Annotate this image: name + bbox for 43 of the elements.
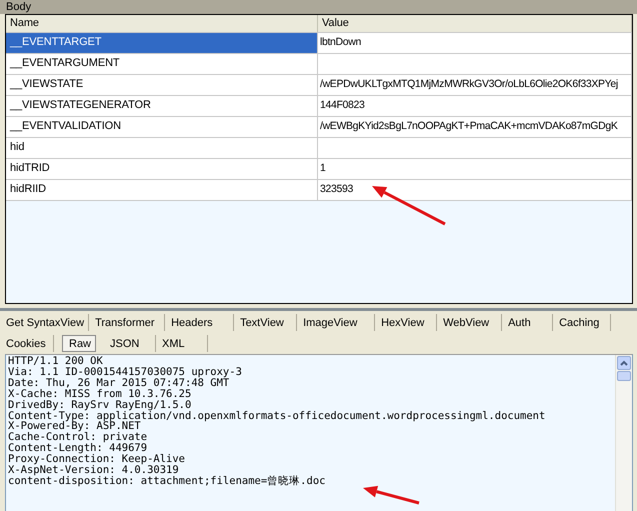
raw-text-line: Content-Type: application/vnd.openxmlformats-officedocument.wordprocessingml.document [8,410,546,422]
raw-text-line: X-Cache: MISS from 10.3.76.25 [8,388,192,400]
value-cell: lbtnDown [318,33,632,53]
arrow-annotation [363,486,420,504]
name-cell[interactable]: __VIEWSTATE [6,75,318,95]
scroll-thumb[interactable] [617,371,631,381]
tab[interactable]: Raw [62,335,96,352]
tab[interactable]: Auth [502,314,554,331]
name-cell[interactable]: __VIEWSTATEGENERATOR [6,96,318,116]
panel-title: Body [0,0,637,14]
tab[interactable]: Caching [553,314,612,331]
tab[interactable]: HexView [375,314,438,331]
raw-text-line: Date: Thu, 26 Mar 2015 07:47:48 GMT [8,378,230,389]
name-cell[interactable]: hidTRID [6,159,318,179]
column-header[interactable]: Value [318,15,632,32]
raw-text-line: Proxy-Connection: Keep-Alive [8,454,186,466]
column-header[interactable]: Name [6,15,318,32]
tab[interactable]: Headers [165,314,234,331]
value-cell: /wEPDwUKLTgxMTQ1MjMzMWRkGV3Or/oLbL6Olie2OK6f33XPYej [318,75,632,95]
tab[interactable]: ImageView [297,314,376,331]
tab[interactable]: XML [156,335,208,352]
raw-text-line: HTTP/1.1 200 OK [8,356,104,367]
tab[interactable]: Cookies [0,335,54,352]
value-cell: 1 [318,159,632,179]
tab[interactable]: JSON [104,335,156,352]
raw-text-line: Via: 1.1 ID-0001544157030075 uproxy-3 [8,366,243,378]
name-cell[interactable]: __EVENTVALIDATION [6,117,318,137]
raw-text-line: X-Powered-By: ASP.NET [8,421,141,432]
name-cell[interactable]: __EVENTTARGET [6,33,318,53]
raw-text-line: X-AspNet-Version: 4.0.30319 [8,465,179,476]
name-cell[interactable]: hidRIID [6,180,318,200]
scrollbar[interactable] [615,355,632,511]
raw-text-line: Content-Length: 449679 [8,443,148,454]
raw-text-line: content-disposition: attachment;filename=曾晓琳.doc [8,476,326,487]
tab[interactable]: TextView [234,314,298,331]
tab[interactable]: Get SyntaxView [0,314,90,331]
value-cell: /wEWBgKYid2sBgL7nOOPAgKT+PmaCAK+mcmVDAKo87mGDgK [318,117,632,137]
value-cell: 144F0823 [318,96,632,116]
tab[interactable]: Transformer [89,314,166,331]
tab[interactable]: WebView [437,314,502,331]
scroll-up-icon[interactable] [617,356,631,370]
raw-text-line: DrivedBy: RaySrv RayEng/1.5.0 [8,400,192,411]
raw-text-line: Cache-Control: private [8,432,148,444]
